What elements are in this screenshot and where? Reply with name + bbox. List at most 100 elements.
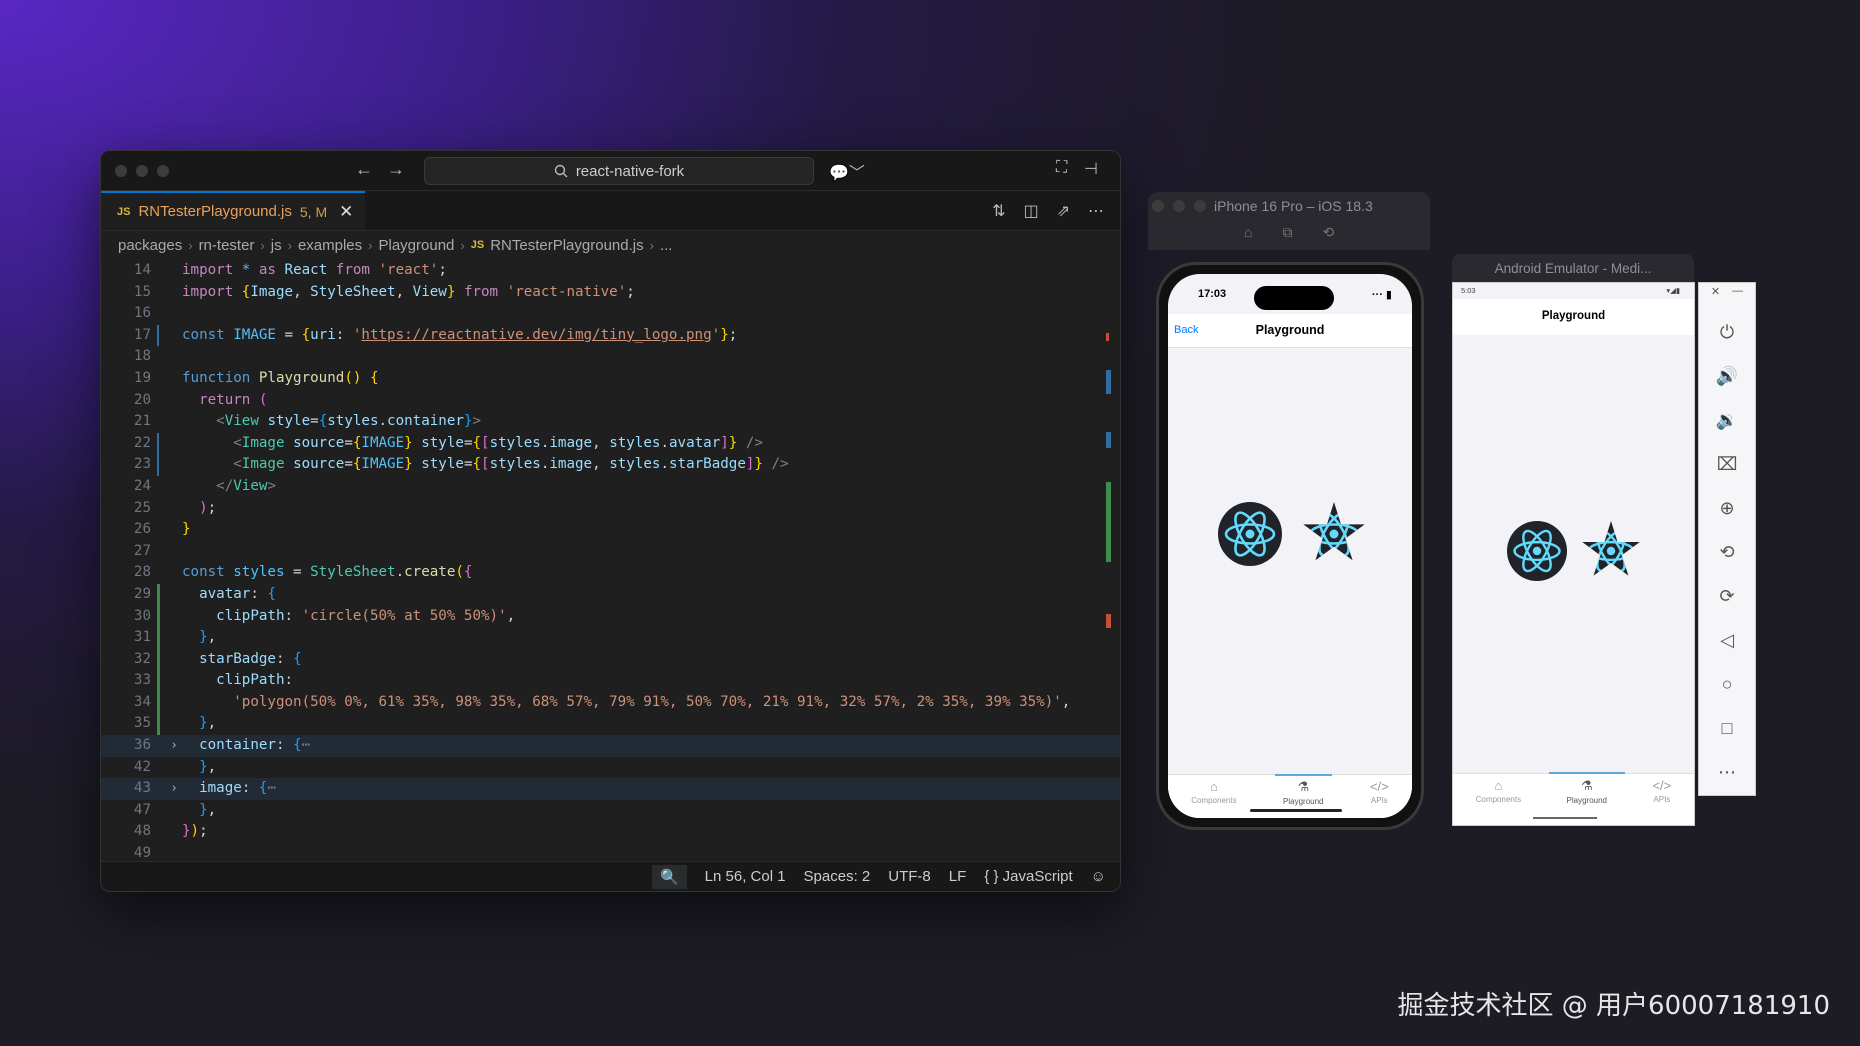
breadcrumb-item[interactable]: RNTesterPlayground.js xyxy=(490,237,643,254)
code-icon: </> xyxy=(1369,779,1389,794)
ios-screen[interactable]: 17:03 ··· ▮ Back Playground ⌂ Components … xyxy=(1168,274,1412,818)
code-line[interactable]: 15 import {Image, StyleSheet, View} from … xyxy=(101,282,1120,304)
code-text: clipPath: xyxy=(216,672,294,689)
tab-playground[interactable]: ⚗ Playground xyxy=(1274,774,1333,806)
close-window-button[interactable] xyxy=(115,165,127,177)
code-editor[interactable]: 14 import * as React from 'react'; 15 impor… xyxy=(101,260,1120,861)
line-number: 34 xyxy=(133,693,151,710)
simulator-toolbar: ⌂ ⧉ ⟲ xyxy=(1244,224,1334,241)
code-line[interactable]: 47 }, xyxy=(101,800,1120,822)
layout-icon[interactable]: ⛶ xyxy=(1056,159,1067,177)
command-center-search[interactable]: react-native-fork xyxy=(424,157,814,185)
code-line[interactable]: 21 <View style={styles.container}> xyxy=(101,411,1120,433)
language-mode[interactable]: { } JavaScript xyxy=(984,868,1072,885)
code-line[interactable]: 16 xyxy=(101,303,1120,325)
tab-components[interactable]: ⌂ Components xyxy=(1476,778,1521,804)
close-icon[interactable]: ✕ xyxy=(1711,285,1720,298)
back-arrow-icon[interactable]: ← xyxy=(355,159,373,180)
code-line[interactable]: 34 'polygon(50% 0%, 61% 35%, 98% 35%, 68… xyxy=(101,691,1120,714)
maximize-window-button[interactable] xyxy=(157,165,169,177)
code-line[interactable]: 24 </View> xyxy=(101,476,1120,498)
android-screen[interactable]: 5:03 ▾◢▮ Playground ⌂ Components ⚗ Playgro… xyxy=(1452,282,1695,826)
code-line[interactable]: 48}); xyxy=(101,821,1120,843)
compare-changes-icon[interactable]: ⇅ xyxy=(992,201,1005,221)
breadcrumb-item[interactable]: examples xyxy=(298,237,362,254)
volume-up-icon[interactable]: 🔊 xyxy=(1716,354,1738,398)
cursor-position[interactable]: Ln 56, Col 1 xyxy=(705,868,786,885)
power-icon[interactable]: ⏻ xyxy=(1720,310,1734,354)
breadcrumb-item[interactable]: packages xyxy=(118,237,182,254)
breadcrumb-item[interactable]: js xyxy=(271,237,282,254)
code-line[interactable]: 23 <Image source={IMAGE} style={[styles.… xyxy=(101,454,1120,476)
gesture-bar[interactable] xyxy=(1533,817,1597,819)
code-line[interactable]: 17 const IMAGE = {uri: 'https://reactnati… xyxy=(101,324,1120,347)
minimize-window-button[interactable] xyxy=(1173,200,1185,212)
tab-components[interactable]: ⌂ Components xyxy=(1191,779,1236,805)
code-line[interactable]: 29 avatar: { xyxy=(101,583,1120,606)
back-icon[interactable]: ◁ xyxy=(1720,618,1734,662)
rotate-right-icon[interactable]: ⟳ xyxy=(1719,574,1734,618)
change-marker xyxy=(151,411,166,433)
screenshot-icon[interactable]: ⧉ xyxy=(1282,224,1292,241)
code-line[interactable]: 26} xyxy=(101,519,1120,541)
code-line[interactable]: 43 › image: {⋯ xyxy=(101,778,1120,800)
overview-icon[interactable]: □ xyxy=(1722,706,1733,750)
code-line[interactable]: 30 clipPath: 'circle(50% at 50% 50%)', xyxy=(101,605,1120,628)
close-tab-icon[interactable]: ✕ xyxy=(339,202,353,222)
code-line[interactable]: 33 clipPath: xyxy=(101,670,1120,692)
indentation[interactable]: Spaces: 2 xyxy=(804,868,871,885)
more-icon[interactable]: ⋯ xyxy=(1718,750,1736,794)
tab-playground[interactable]: ⚗ Playground xyxy=(1548,772,1626,805)
layout-sidebar-icon[interactable]: ⊣ xyxy=(1084,159,1098,179)
home-icon[interactable]: ○ xyxy=(1722,662,1733,706)
code-line[interactable]: 18 xyxy=(101,346,1120,368)
breadcrumb-item[interactable]: Playground xyxy=(379,237,455,254)
volume-down-icon[interactable]: 🔉 xyxy=(1716,398,1738,442)
camera-icon[interactable]: ⌧ xyxy=(1717,442,1738,486)
code-line[interactable]: 35 }, xyxy=(101,713,1120,735)
code-line[interactable]: 20 return ( xyxy=(101,390,1120,412)
chevron-right-icon: › xyxy=(260,237,265,253)
minimize-icon[interactable]: — xyxy=(1732,285,1743,298)
home-indicator[interactable] xyxy=(1250,809,1342,812)
code-text: <View style={styles.container}> xyxy=(216,413,482,430)
breadcrumb-item[interactable]: rn-tester xyxy=(199,237,255,254)
encoding[interactable]: UTF-8 xyxy=(888,868,931,885)
open-changes-icon[interactable]: ⇗ xyxy=(1057,201,1070,221)
tab-apis[interactable]: </> APIs xyxy=(1652,778,1671,804)
fold-chevron-icon[interactable]: › xyxy=(166,778,182,800)
maximize-window-button[interactable] xyxy=(1194,200,1206,212)
rotate-icon[interactable]: ⟲ xyxy=(1322,224,1334,241)
minimize-window-button[interactable] xyxy=(136,165,148,177)
code-line[interactable]: 14 import * as React from 'react'; xyxy=(101,260,1120,282)
code-text: const styles = StyleSheet.create({ xyxy=(182,564,473,581)
line-number: 24 xyxy=(133,477,151,494)
code-line[interactable]: 19 function Playground() { xyxy=(101,368,1120,390)
code-line[interactable]: 22 <Image source={IMAGE} style={[styles.… xyxy=(101,432,1120,455)
code-line[interactable]: 42 }, xyxy=(101,757,1120,779)
change-marker xyxy=(151,454,166,476)
fold-chevron-icon[interactable]: › xyxy=(166,735,182,757)
home-icon[interactable]: ⌂ xyxy=(1244,224,1252,241)
code-line[interactable]: 32 starBadge: { xyxy=(101,648,1120,671)
split-editor-icon[interactable]: ◫ xyxy=(1023,201,1038,221)
tab-apis[interactable]: </> APIs xyxy=(1370,779,1389,805)
copilot-icon[interactable]: ☺ xyxy=(1091,868,1106,885)
forward-arrow-icon[interactable]: → xyxy=(387,159,405,180)
zoom-icon[interactable]: 🔍 xyxy=(651,864,687,889)
code-line[interactable]: 31 }, xyxy=(101,627,1120,649)
editor-tab[interactable]: JS RNTesterPlayground.js 5, M ✕ xyxy=(101,191,366,230)
end-of-line[interactable]: LF xyxy=(949,868,967,885)
change-marker xyxy=(151,346,166,368)
breadcrumb-item[interactable]: ... xyxy=(660,237,673,254)
copilot-chat-icon[interactable]: 💬﹀ xyxy=(829,159,865,183)
code-line[interactable]: 25 ); xyxy=(101,498,1120,520)
close-window-button[interactable] xyxy=(1152,200,1164,212)
code-line[interactable]: 36 › container: {⋯ xyxy=(101,735,1120,757)
js-file-icon: JS xyxy=(470,239,485,251)
code-line[interactable]: 27 xyxy=(101,541,1120,563)
more-actions-icon[interactable]: ⋯ xyxy=(1088,201,1104,221)
zoom-icon[interactable]: ⊕ xyxy=(1719,486,1734,530)
rotate-left-icon[interactable]: ⟲ xyxy=(1719,530,1734,574)
code-line[interactable]: 28 const styles = StyleSheet.create({ xyxy=(101,562,1120,584)
